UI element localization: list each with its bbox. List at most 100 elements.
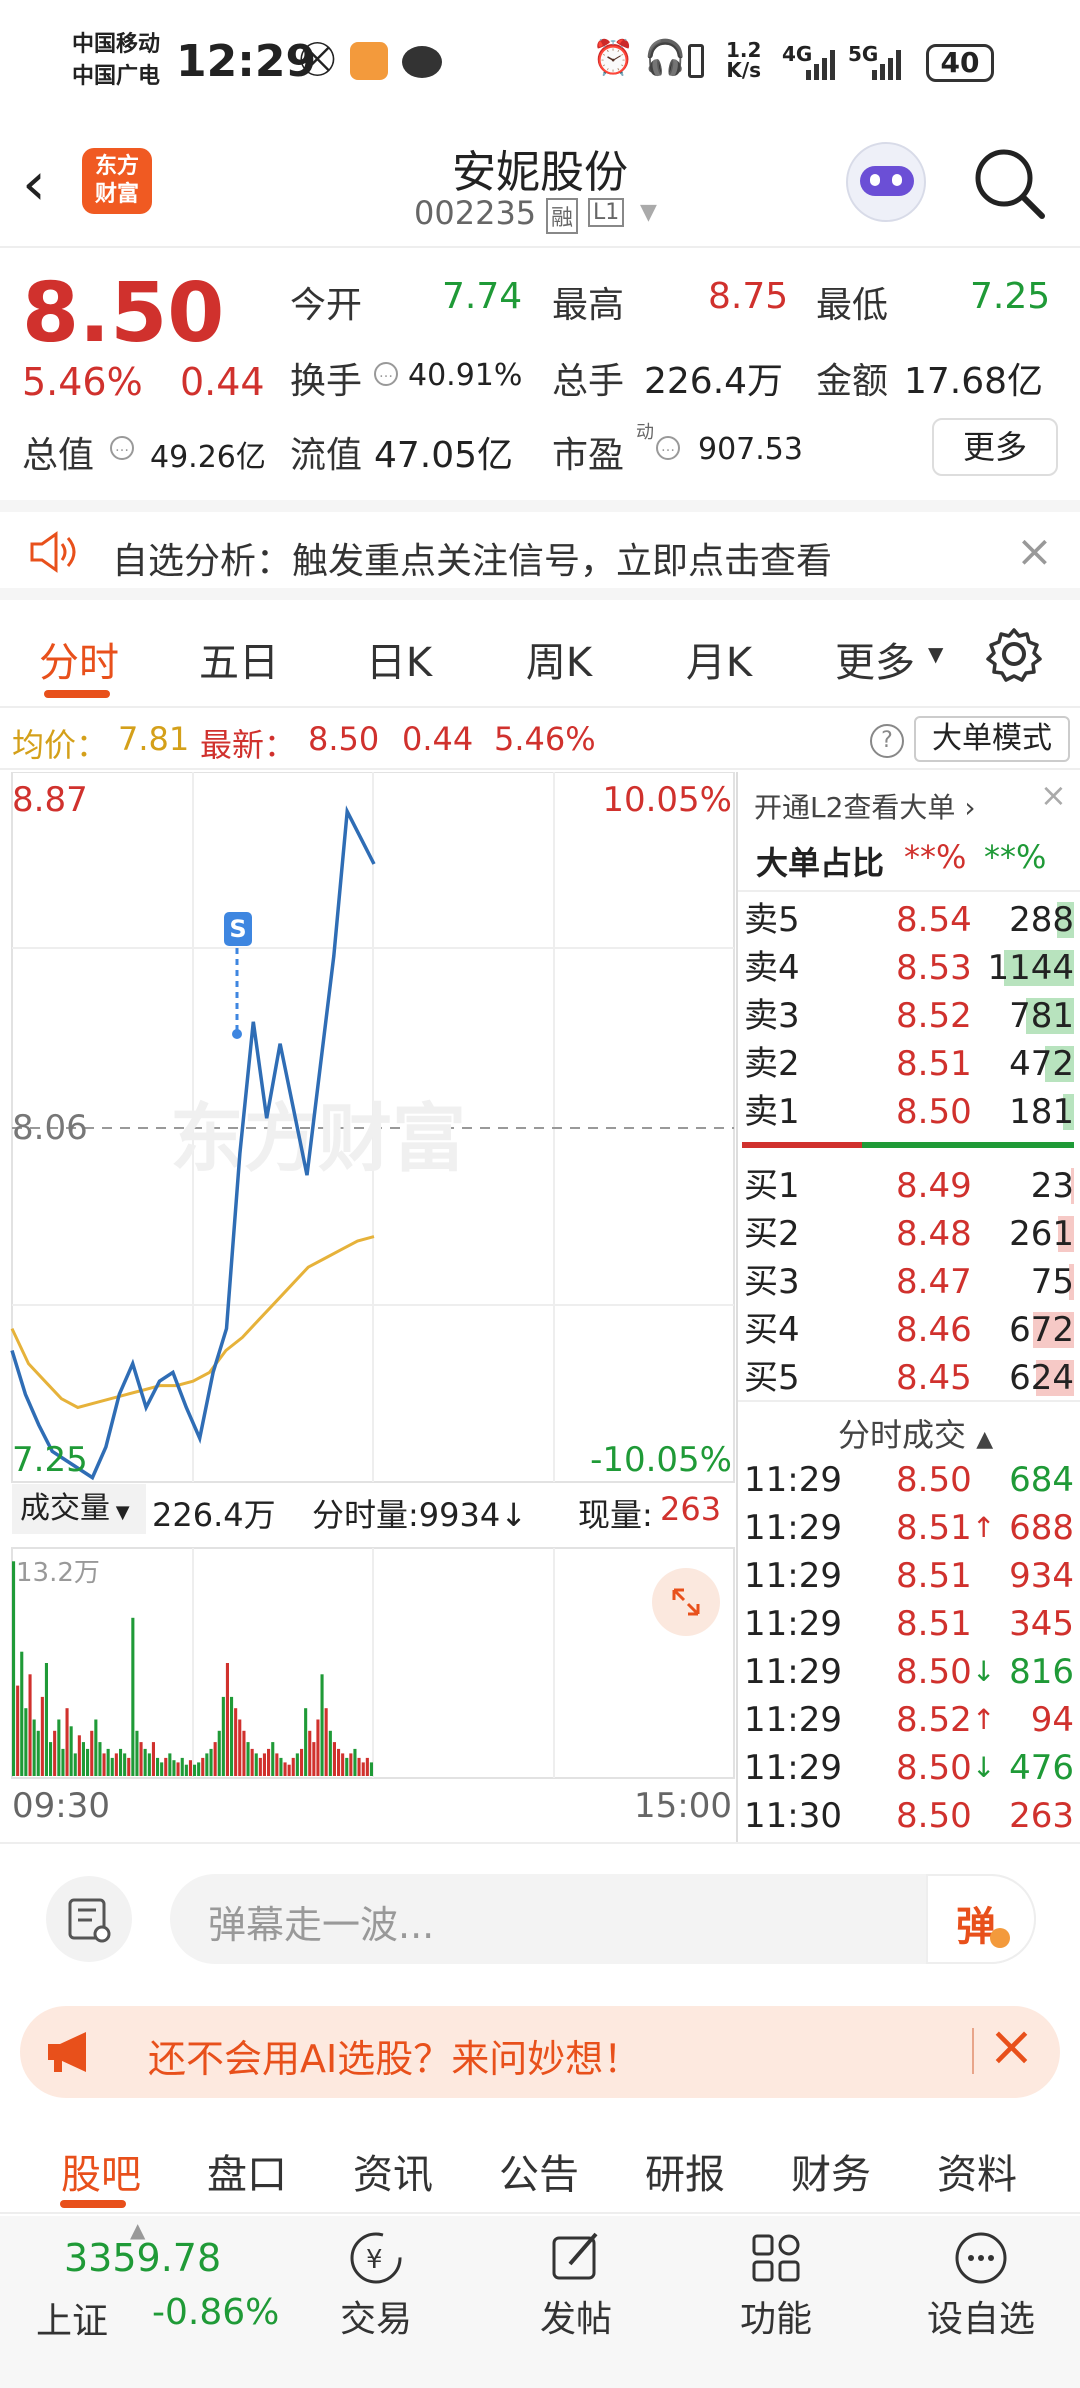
order-row[interactable]: 买2 8.48 261 bbox=[738, 1210, 1080, 1258]
volume-bar bbox=[40, 1696, 44, 1776]
pe-value: 907.53 bbox=[698, 432, 803, 467]
tab-monthly-k[interactable]: 月K bbox=[656, 630, 782, 688]
order-price: 8.50 bbox=[896, 1092, 972, 1132]
alarm-icon: ⏰ bbox=[592, 38, 635, 78]
danmaku-send-button[interactable]: 弹 bbox=[926, 1874, 1036, 1964]
chevron-down-icon[interactable]: ▼ bbox=[640, 200, 657, 225]
tab-intraday[interactable]: 分时 bbox=[16, 630, 142, 688]
trade-volume: 476 bbox=[1009, 1748, 1074, 1788]
order-level-label: 买3 bbox=[744, 1262, 800, 1302]
change-amount: 0.44 bbox=[180, 360, 265, 404]
content-tabs: 股吧 盘口 资讯 公告 研报 财务 资料 bbox=[0, 2114, 1080, 2214]
active-tab-indicator bbox=[60, 2200, 126, 2208]
grid-icon bbox=[716, 2226, 836, 2290]
high-value: 8.75 bbox=[708, 276, 789, 317]
amount-label: 金额 bbox=[816, 361, 889, 402]
trade-icon: ¥ bbox=[316, 2226, 436, 2290]
ai-promo-banner[interactable]: 还不会用AI选股？来问妙想！ × bbox=[20, 2006, 1060, 2098]
order-row[interactable]: 卖4 8.53 1144 bbox=[738, 944, 1080, 992]
info-icon[interactable]: … bbox=[110, 436, 134, 460]
promo-text: 还不会用AI选股？来问妙想！ bbox=[148, 2037, 642, 2081]
volume-bar bbox=[365, 1757, 369, 1776]
close-icon[interactable]: × bbox=[1016, 526, 1053, 577]
megaphone-icon bbox=[44, 2028, 98, 2080]
nav-add-watchlist[interactable]: 设自选 bbox=[916, 2226, 1046, 2342]
volume-bar bbox=[201, 1757, 205, 1776]
intraday-chart-area[interactable]: 东方财富 S 8.87 8.06 7.25 10.05% -10.05% 成交量… bbox=[0, 772, 736, 1842]
order-level-label: 买1 bbox=[744, 1166, 800, 1206]
volume-bar bbox=[332, 1742, 336, 1776]
trade-row: 11:30 8.50 263 bbox=[738, 1792, 1080, 1840]
info-icon[interactable]: … bbox=[374, 362, 398, 386]
tab-daily-k[interactable]: 日K bbox=[336, 630, 462, 688]
order-volume: 781 bbox=[1009, 996, 1074, 1036]
trade-volume: 934 bbox=[1009, 1556, 1074, 1596]
order-level-label: 买5 bbox=[744, 1358, 800, 1398]
order-row[interactable]: 卖3 8.52 781 bbox=[738, 992, 1080, 1040]
tab-orderbook[interactable]: 盘口 bbox=[172, 2142, 322, 2200]
turnover-label: 换手 bbox=[290, 361, 363, 402]
order-row[interactable]: 买4 8.46 672 bbox=[738, 1306, 1080, 1354]
order-level-label: 卖2 bbox=[744, 1044, 800, 1084]
order-row[interactable]: 卖5 8.54 288 bbox=[738, 896, 1080, 944]
mktcap-value: 49.26亿 bbox=[150, 440, 266, 475]
order-row[interactable]: 买3 8.47 75 bbox=[738, 1258, 1080, 1306]
close-icon[interactable]: × bbox=[1040, 776, 1067, 814]
order-row[interactable]: 买1 8.49 23 bbox=[738, 1162, 1080, 1210]
volume-bar bbox=[16, 1685, 20, 1776]
tab-five-day[interactable]: 五日 bbox=[176, 630, 302, 688]
low-value: 7.25 bbox=[970, 276, 1051, 317]
analysis-notice[interactable]: 自选分析：触发重点关注信号，立即点击查看 × bbox=[0, 500, 1080, 600]
signal-marker[interactable]: S bbox=[224, 912, 252, 946]
level-tag: L1 bbox=[588, 198, 625, 227]
trade-list-title[interactable]: 分时成交 ▲ bbox=[838, 1410, 993, 1456]
order-row[interactable]: 卖1 8.50 181 bbox=[738, 1088, 1080, 1136]
big-order-mode-button[interactable]: 大单模式 bbox=[914, 716, 1070, 762]
danmaku-settings-icon[interactable] bbox=[46, 1876, 132, 1962]
trade-price: 8.50 bbox=[896, 1748, 972, 1788]
volume-bar bbox=[345, 1757, 349, 1776]
order-row[interactable]: 卖2 8.51 472 bbox=[738, 1040, 1080, 1088]
help-icon[interactable]: ? bbox=[870, 724, 904, 758]
tab-financials[interactable]: 财务 bbox=[756, 2142, 906, 2200]
more-button[interactable]: 更多 bbox=[932, 418, 1058, 476]
danmaku-input[interactable]: 弹幕走一波... 弹 bbox=[170, 1874, 1036, 1964]
gear-icon[interactable] bbox=[986, 626, 1042, 686]
search-icon[interactable] bbox=[972, 146, 1048, 226]
current-price: 8.50 bbox=[22, 266, 225, 361]
tab-forum[interactable]: 股吧 bbox=[26, 2142, 176, 2200]
info-icon[interactable]: … bbox=[656, 436, 680, 460]
volume-bar bbox=[205, 1753, 209, 1776]
volume-bar bbox=[12, 1561, 16, 1776]
volume-max-label: 13.2万 bbox=[16, 1558, 100, 1588]
tab-profile[interactable]: 资料 bbox=[902, 2142, 1052, 2200]
trade-row: 11:29 8.51 345 bbox=[738, 1600, 1080, 1648]
volume-indicator-select[interactable]: 成交量 ▼ bbox=[12, 1484, 146, 1534]
expand-icon[interactable] bbox=[652, 1568, 720, 1636]
order-level-label: 卖1 bbox=[744, 1092, 800, 1132]
volume-bar bbox=[184, 1764, 188, 1776]
nav-trade[interactable]: ¥ 交易 bbox=[316, 2226, 436, 2342]
index-value[interactable]: 3359.78 bbox=[64, 2236, 221, 2280]
volume-bar bbox=[225, 1663, 229, 1776]
tab-announcements[interactable]: 公告 bbox=[464, 2142, 614, 2200]
order-level-label: 卖4 bbox=[744, 948, 800, 988]
tab-research[interactable]: 研报 bbox=[610, 2142, 760, 2200]
l2-link[interactable]: 开通L2查看大单 › bbox=[754, 786, 976, 826]
tab-more[interactable]: 更多 bbox=[820, 630, 930, 688]
tab-weekly-k[interactable]: 周K bbox=[496, 630, 622, 688]
order-row[interactable]: 买5 8.45 624 bbox=[738, 1354, 1080, 1402]
brand-logo: 东方 财富 bbox=[82, 148, 152, 214]
close-icon[interactable]: × bbox=[988, 2014, 1035, 2079]
trade-direction-icon: ↓ bbox=[972, 1751, 996, 1784]
robot-assistant-icon[interactable] bbox=[846, 142, 926, 222]
volume-bar bbox=[316, 1719, 320, 1776]
time-end: 15:00 bbox=[634, 1786, 732, 1826]
nav-functions[interactable]: 功能 bbox=[716, 2226, 836, 2342]
volume-bar bbox=[20, 1651, 24, 1776]
back-icon[interactable]: ‹ bbox=[22, 154, 46, 214]
nav-post[interactable]: 发帖 bbox=[516, 2226, 636, 2342]
svg-text:¥: ¥ bbox=[366, 2245, 383, 2275]
tab-news[interactable]: 资讯 bbox=[318, 2142, 468, 2200]
volume-bar bbox=[238, 1719, 242, 1776]
